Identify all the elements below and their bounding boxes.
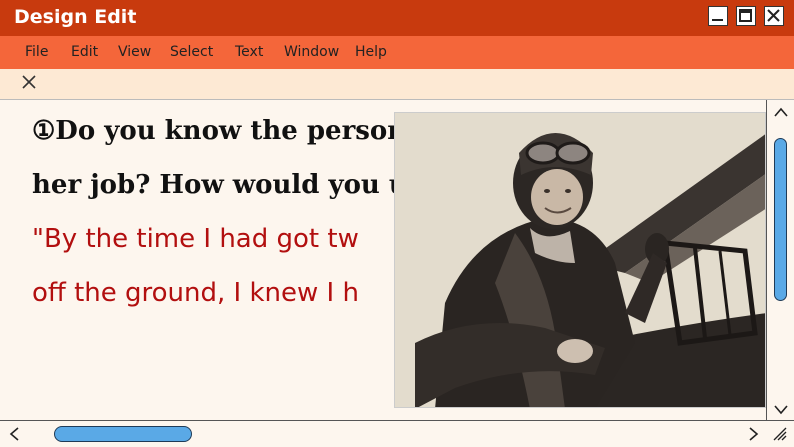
vertical-scrollbar[interactable]: [766, 100, 794, 420]
menu-help[interactable]: Help: [355, 44, 387, 60]
vertical-scroll-thumb[interactable]: [774, 138, 787, 301]
quote-line-1: "By the time I had got tw: [32, 224, 359, 254]
title-bar: Design Edit: [0, 0, 794, 36]
quote-line-2: off the ground, I knew I h: [32, 278, 359, 308]
maximize-button[interactable]: [736, 6, 756, 26]
horizontal-scroll-thumb[interactable]: [54, 426, 192, 442]
aviator-photo[interactable]: [394, 112, 766, 408]
resize-grip-icon[interactable]: [772, 427, 788, 441]
question-line-1: ①Do you know the person: [32, 116, 407, 146]
tab-bar: [0, 69, 794, 100]
scroll-left-icon[interactable]: [8, 426, 20, 442]
menu-file[interactable]: File: [25, 44, 48, 60]
tab-close-icon[interactable]: [20, 73, 38, 91]
horizontal-scrollbar[interactable]: [0, 420, 794, 447]
document-canvas[interactable]: ①Do you know the person her job? How wou…: [0, 100, 766, 420]
maximize-icon: [739, 9, 752, 22]
scroll-up-icon[interactable]: [773, 106, 789, 118]
menu-text[interactable]: Text: [235, 44, 263, 60]
minimize-button[interactable]: [708, 6, 728, 26]
menu-select[interactable]: Select: [170, 44, 213, 60]
window-title: Design Edit: [14, 6, 137, 28]
menu-window[interactable]: Window: [284, 44, 339, 60]
aviator-photo-image: [395, 113, 765, 407]
menu-view[interactable]: View: [118, 44, 151, 60]
scroll-down-icon[interactable]: [773, 403, 789, 415]
close-button[interactable]: [764, 6, 784, 26]
scroll-right-icon[interactable]: [748, 426, 760, 442]
menu-edit[interactable]: Edit: [71, 44, 98, 60]
minimize-icon: [712, 19, 723, 21]
close-icon: [767, 9, 780, 22]
question-line-2: her job? How would you u: [32, 170, 408, 200]
menu-bar: File Edit View Select Text Window Help: [0, 36, 794, 69]
